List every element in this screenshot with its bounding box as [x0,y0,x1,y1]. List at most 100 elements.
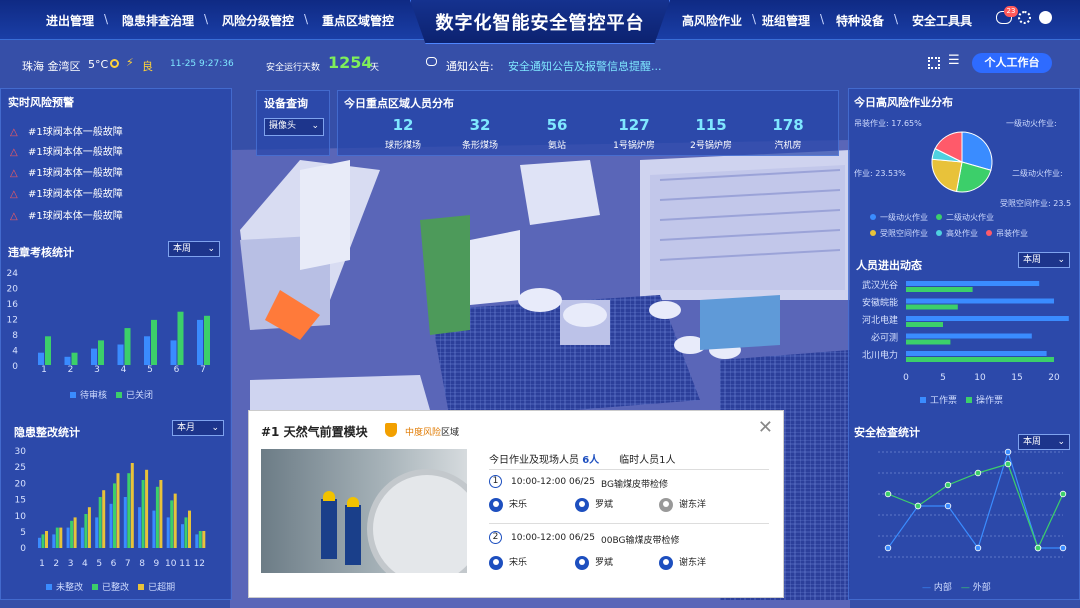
settings-icon[interactable] [1018,11,1031,24]
hazard-title: 隐患整改统计 [14,426,80,439]
nav-team[interactable]: 班组管理 [762,12,810,29]
warning-item[interactable]: △ #1球阀本体一般故障 [10,185,123,200]
bar-work-ticket [906,333,1032,339]
violation-period-select[interactable]: 本周 ⌄ [168,241,220,257]
area-count: 32 [469,116,491,134]
highrisk-legend: 一级动火作业 二级动火作业 受限空间作业 高处作业 吊装作业 [870,210,1070,242]
grid-view-icon[interactable] [928,57,940,69]
area-count: 56 [546,116,568,134]
x-tick: 5 [940,373,946,383]
nav-hazard[interactable]: 隐患排查治理 [122,12,194,29]
warning-triangle-icon: △ [10,147,18,158]
divider [489,523,769,524]
flow-period-select[interactable]: 本周 ⌄ [1018,252,1070,268]
bar-overdue [173,493,177,548]
notice-text[interactable]: 安全通知公告及报警信息提醒... [508,58,662,74]
y-tick: 20 [7,285,19,295]
outer-point [974,469,982,477]
flow-chart: 武汉光谷安徽皖能河北电建必可测北川电力 0 5 10 15 20 [862,279,1069,383]
bar-pending [38,352,44,365]
task-name: BG输煤皮带检修 [601,480,668,490]
bar-work-ticket [906,351,1047,356]
area-stat[interactable]: 115 2号锅炉房 [676,116,746,151]
inner-point [1004,448,1012,456]
x-tick: 6 [174,365,180,375]
y-tick: 25 [15,463,26,473]
bar-open [138,507,142,548]
app-title-banner: 数字化智能安全管控平台 [410,0,670,44]
x-tick: 5 [96,559,102,569]
nav-equipment[interactable]: 特种设备 [836,12,884,29]
notice-label: 通知公告: [446,60,494,73]
x-tick: 9 [154,559,160,569]
bar-overdue [188,510,191,548]
bar-closed [98,340,104,365]
user-icon[interactable] [1039,11,1052,24]
y-tick: 4 [12,347,18,357]
x-tick: 1 [39,559,45,569]
bar-overdue [59,527,63,548]
outer-point [1004,460,1012,468]
close-icon[interactable]: ✕ [758,417,773,438]
warning-item[interactable]: △ #1球阀本体一般故障 [10,123,123,138]
bar-work-ticket [906,281,1040,286]
risk-warning-title: 实时风险预警 [8,96,74,109]
list-menu-icon[interactable]: ☰ [948,53,960,68]
person: 谢东洋 [659,555,706,570]
area-stat[interactable]: 12 球形煤场 [368,116,438,151]
nav-separator: \ [204,12,209,26]
violation-legend: 待审核 已关闭 [70,388,153,401]
area-stat[interactable]: 127 1号锅炉房 [599,116,669,151]
y-tick: 5 [20,528,26,538]
bar-open [109,503,113,548]
outer-point [944,481,952,489]
nav-highrisk[interactable]: 高风险作业 [682,12,742,29]
company-label: 必可测 [871,332,898,344]
flow-legend: 工作票 操作票 [920,393,1003,406]
zone-popup: #1 天然气前置模块 中度风险区域 ✕ 今日作业及现场人员 6人 临时人员1人 … [248,410,784,598]
bar-fixed [98,497,102,548]
area-stat[interactable]: 178 汽机房 [753,116,823,151]
hazard-period-select[interactable]: 本月 ⌄ [172,420,224,436]
nav-separator: \ [304,12,309,26]
area-count: 127 [618,116,650,134]
device-query-title: 设备查询 [264,97,308,110]
warning-item[interactable]: △ #1球阀本体一般故障 [10,164,123,179]
nav-tools[interactable]: 安全工具具 [912,12,972,29]
warning-item[interactable]: △ #1球阀本体一般故障 [10,207,123,222]
camera-snapshot[interactable] [261,449,467,573]
highrisk-title: 今日高风险作业分布 [854,96,953,109]
warning-item[interactable]: △ #1球阀本体一般故障 [10,143,123,158]
pie-label-fire1: 一级动火作业: [1006,119,1057,128]
task-index: 2 [489,531,502,544]
inner-point [884,544,892,552]
nav-zone[interactable]: 重点区域管控 [322,12,394,29]
bar-overdue [159,480,163,548]
area-stat[interactable]: 56 氨站 [522,116,592,151]
bar-fixed [84,514,88,548]
bar-closed [204,315,210,365]
bar-operation-ticket [906,357,1054,362]
task-item[interactable]: 2 10:00-12:00 06/25 00BG输煤皮带检修 宋乐 罗斌 谢东洋 [489,531,769,595]
area-label: 2号锅炉房 [690,141,732,151]
nav-access[interactable]: 进出管理 [46,12,94,29]
device-type-select[interactable]: 摄像头 ⌄ [264,118,324,136]
air-quality: 良 [142,60,153,73]
nav-separator: \ [894,12,899,26]
workspace-button[interactable]: 个人工作台 [972,53,1052,73]
bar-fixed [170,500,174,548]
nav-risk[interactable]: 风险分级管控 [222,12,294,29]
bar-fixed [184,517,188,548]
area-label: 氨站 [547,141,566,151]
area-stat[interactable]: 32 条形煤场 [445,116,515,151]
bar-closed [177,311,184,365]
pie-label-height: 作业: 23.53% [854,169,906,178]
company-label: 武汉光谷 [862,279,898,291]
x-tick: 12 [194,559,205,569]
bar-fixed [155,486,159,548]
bar-overdue [130,463,134,548]
bar-pending [197,319,203,365]
notice-icon [426,57,437,66]
bar-operation-ticket [906,339,951,345]
inner-point [944,502,952,510]
